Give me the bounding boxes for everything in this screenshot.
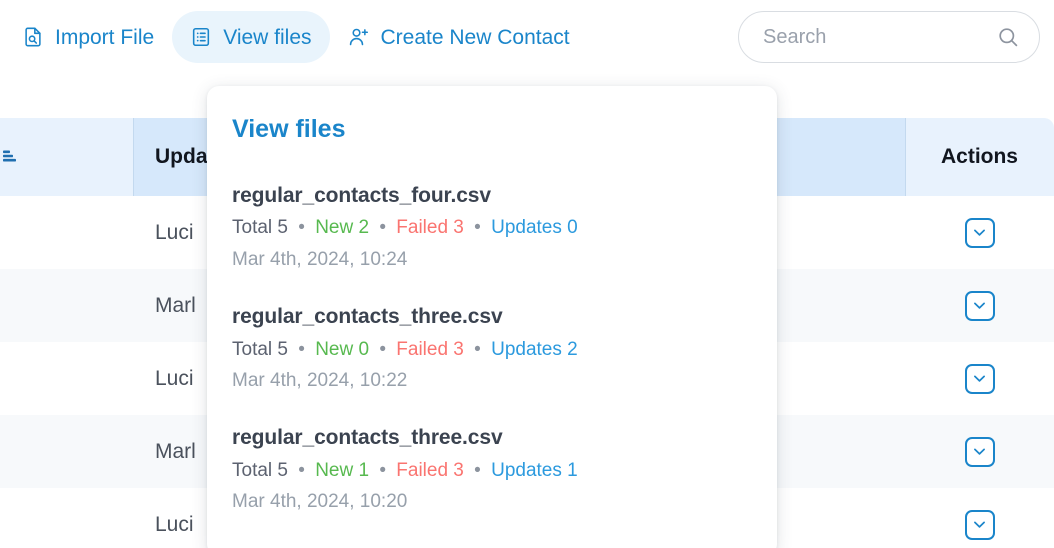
row-actions-button[interactable] (964, 509, 995, 540)
document-search-icon (22, 26, 44, 48)
table-header-label-actions: Actions (940, 145, 1018, 168)
stat-separator: • (298, 459, 305, 481)
row-cell-actions (905, 488, 1054, 548)
stat-separator: • (298, 217, 305, 239)
row-actions-button[interactable] (964, 436, 995, 467)
file-list-item[interactable]: regular_contacts_three.csv Total 5 • New… (207, 424, 777, 516)
stat-updates: Updates 0 (491, 217, 578, 239)
row-actions-button[interactable] (964, 290, 995, 321)
stat-updates: Updates 2 (491, 338, 578, 360)
table-header-cell-actions: Actions (905, 118, 1054, 196)
view-files-dropdown-panel: View files regular_contacts_four.csv Tot… (207, 86, 777, 548)
top-toolbar: Import File View files Create New Contac… (0, 0, 1054, 74)
sort-lines-icon (2, 147, 22, 167)
row-cell-first (0, 342, 133, 415)
file-list-item[interactable]: regular_contacts_three.csv Total 5 • New… (207, 303, 777, 395)
stat-total: Total 5 (232, 338, 288, 360)
file-name: regular_contacts_three.csv (232, 305, 503, 329)
stat-separator: • (379, 338, 386, 360)
file-name: regular_contacts_four.csv (232, 184, 491, 207)
file-date: Mar 4th, 2024, 10:22 (232, 370, 408, 391)
import-file-label: Import File (55, 25, 155, 49)
file-date: Mar 4th, 2024, 10:24 (232, 248, 408, 270)
user-plus-icon (348, 26, 370, 48)
create-new-contact-label: Create New Contact (380, 25, 570, 49)
header-divider (905, 118, 906, 196)
stat-failed: Failed 3 (396, 217, 464, 239)
chevron-down-icon (971, 297, 988, 314)
header-divider (133, 118, 134, 196)
row-cell-first (0, 269, 133, 342)
app-root: Import File View files Create New Contac… (0, 0, 1054, 548)
view-files-label: View files (223, 25, 312, 49)
panel-title: View files (232, 115, 346, 143)
row-cell-actions (905, 196, 1054, 269)
import-file-button[interactable]: Import File (4, 11, 172, 63)
file-list: regular_contacts_four.csv Total 5 • New … (207, 182, 777, 517)
file-list-icon (190, 26, 212, 48)
row-cell-actions (905, 415, 1054, 488)
row-actions-button[interactable] (964, 363, 995, 394)
row-actions-button[interactable] (964, 217, 995, 248)
stat-separator: • (379, 217, 386, 239)
stat-new: New 0 (315, 338, 370, 360)
stat-total: Total 5 (232, 217, 288, 239)
row-cell-first (0, 488, 133, 548)
chevron-down-icon (971, 370, 988, 387)
row-cell-first (0, 196, 133, 269)
stat-separator: • (474, 338, 481, 360)
row-cell-actions (905, 342, 1054, 415)
stat-separator: • (474, 217, 481, 239)
stat-new: New 1 (315, 459, 370, 481)
stat-total: Total 5 (232, 459, 288, 481)
table-header-cell-first[interactable] (0, 118, 133, 196)
stat-failed: Failed 3 (396, 338, 464, 360)
stat-updates: Updates 1 (491, 459, 578, 481)
search-container (738, 11, 1040, 63)
row-cell-first (0, 415, 133, 488)
view-files-button[interactable]: View files (172, 11, 330, 63)
chevron-down-icon (971, 224, 988, 241)
chevron-down-icon (971, 443, 988, 460)
stat-separator: • (298, 338, 305, 360)
stat-separator: • (379, 459, 386, 481)
file-date: Mar 4th, 2024, 10:20 (232, 491, 408, 513)
row-cell-actions (905, 269, 1054, 342)
file-list-item[interactable]: regular_contacts_four.csv Total 5 • New … (207, 182, 777, 274)
stat-new: New 2 (315, 217, 370, 239)
file-stats: Total 5 • New 2 • Failed 3 • Updates 0 (232, 213, 752, 242)
search-input[interactable] (738, 11, 1040, 63)
table-header-label-updated-by: Upda (155, 145, 208, 168)
file-name: regular_contacts_three.csv (232, 426, 503, 450)
stat-separator: • (474, 459, 481, 481)
stat-failed: Failed 3 (396, 459, 464, 481)
create-new-contact-button[interactable]: Create New Contact (330, 11, 588, 63)
chevron-down-icon (971, 516, 988, 533)
file-stats: Total 5 • New 0 • Failed 3 • Updates 2 (232, 335, 752, 364)
file-stats: Total 5 • New 1 • Failed 3 • Updates 1 (232, 456, 752, 485)
